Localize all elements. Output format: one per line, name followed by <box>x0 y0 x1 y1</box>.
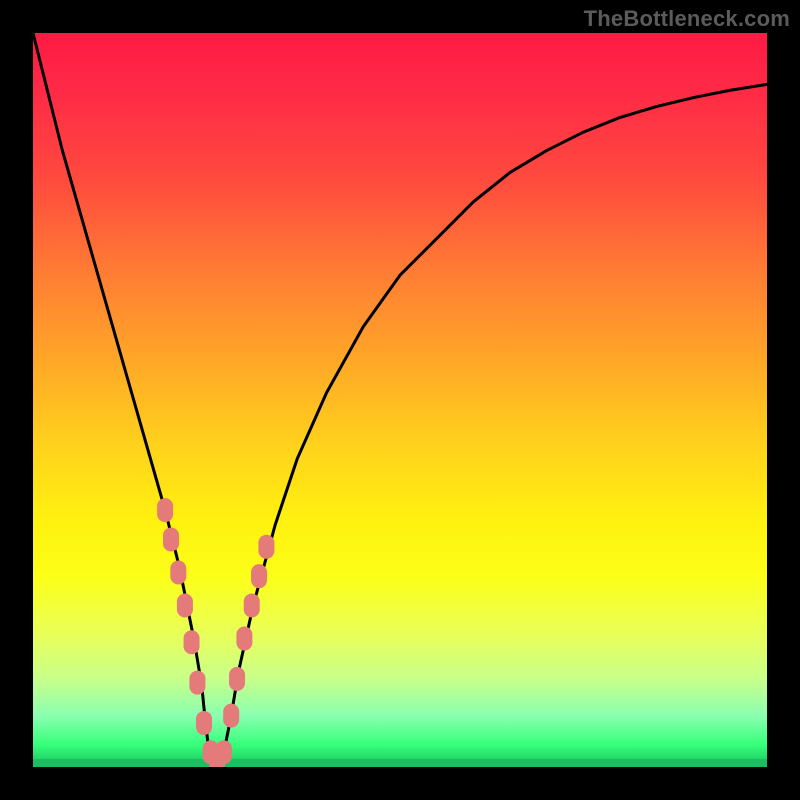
scatter-point <box>244 594 260 618</box>
scatter-point <box>157 498 173 522</box>
watermark-text: TheBottleneck.com <box>584 6 790 32</box>
scatter-point <box>196 711 212 735</box>
scatter-point <box>184 630 200 654</box>
scatter-point <box>229 667 245 691</box>
chart-svg <box>33 33 767 767</box>
scatter-point <box>163 527 179 551</box>
scatter-points <box>157 498 274 767</box>
scatter-point <box>236 627 252 651</box>
scatter-point <box>251 564 267 588</box>
chart-frame: TheBottleneck.com <box>0 0 800 800</box>
scatter-point <box>177 594 193 618</box>
scatter-point <box>170 560 186 584</box>
scatter-point <box>258 535 274 559</box>
plot-area <box>33 33 767 767</box>
bottleneck-curve-path <box>33 33 767 767</box>
scatter-point <box>189 671 205 695</box>
curve-line <box>33 33 767 767</box>
scatter-point <box>223 704 239 728</box>
scatter-point <box>216 740 232 764</box>
